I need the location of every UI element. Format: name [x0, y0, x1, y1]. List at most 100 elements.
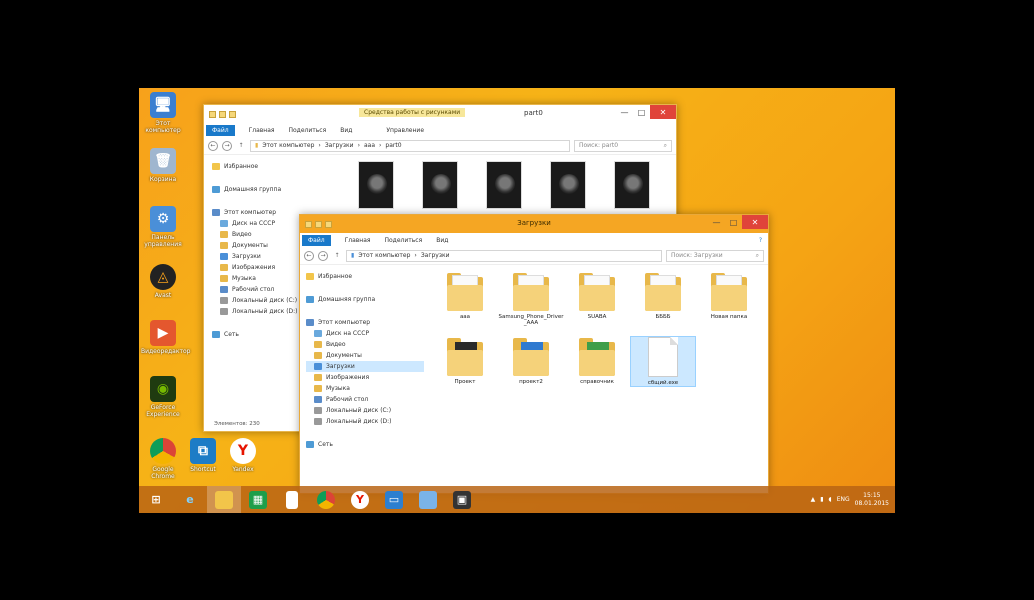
up-button[interactable]: ↑	[332, 251, 342, 261]
language-indicator[interactable]: ENG	[837, 496, 850, 503]
nav-item[interactable]: Локальный диск (D:)	[212, 306, 298, 317]
nav-item[interactable]: Рабочий стол	[306, 394, 424, 405]
taskbar-monitor[interactable]: ▭	[377, 486, 411, 513]
skull-thumbnail	[431, 174, 451, 194]
nav-item[interactable]: Изображения	[306, 372, 424, 383]
tab-share[interactable]: Поделиться	[385, 237, 423, 244]
up-button[interactable]: ↑	[236, 141, 246, 151]
titlebar[interactable]: Средства работы с рисунками part0 — □ ✕	[204, 105, 676, 123]
desktop-icon-computer[interactable]: 🖥 Этот компьютер	[141, 92, 185, 134]
desktop-icon-yandex[interactable]: Y Yandex	[221, 438, 265, 473]
network-icon[interactable]: ▮	[820, 496, 823, 503]
taskbar-explorer[interactable]	[207, 486, 241, 513]
volume-icon[interactable]: ◖	[829, 496, 832, 503]
nav-favorites[interactable]: Избранное	[212, 161, 298, 172]
minimize-button[interactable]: —	[616, 105, 633, 119]
folder-item[interactable]: Проект	[432, 336, 498, 387]
close-button[interactable]: ✕	[650, 105, 676, 119]
nav-this-pc[interactable]: Этот компьютер	[212, 207, 298, 218]
nav-item[interactable]: Видео	[212, 229, 298, 240]
image-file[interactable]	[600, 161, 664, 209]
taskbar-ie[interactable]: e	[173, 486, 207, 513]
quick-access-toolbar[interactable]	[204, 110, 236, 118]
nav-item[interactable]: Локальный диск (C:)	[212, 295, 298, 306]
nav-item[interactable]: Музыка	[306, 383, 424, 394]
desktop-icon-recycle-bin[interactable]: 🗑 Корзина	[141, 148, 185, 183]
tab-share[interactable]: Поделиться	[289, 127, 327, 134]
tab-manage[interactable]: Управление	[386, 127, 424, 134]
context-tab-picture-tools[interactable]: Средства работы с рисунками	[359, 108, 466, 117]
nav-item[interactable]: Видео	[306, 339, 424, 350]
desktop-icon-shortcut[interactable]: ⧉ Shortcut	[181, 438, 225, 473]
start-button[interactable]: ⊞	[139, 486, 173, 513]
nav-item[interactable]: Изображения	[212, 262, 298, 273]
taskbar-app[interactable]: ▣	[445, 486, 479, 513]
titlebar[interactable]: Загрузки — □ ✕	[300, 215, 768, 233]
path-box[interactable]: ▮ Этот компьютер › Загрузки	[346, 249, 662, 262]
nav-network[interactable]: Сеть	[212, 329, 298, 340]
nav-item[interactable]: Загрузки	[306, 361, 424, 372]
nav-item[interactable]: Домашняя группа	[306, 294, 424, 305]
desktop-icon-chrome[interactable]: Google Chrome	[141, 438, 185, 480]
back-button[interactable]: ←	[304, 250, 314, 261]
file-item[interactable]: сбщий.exe	[630, 336, 696, 387]
homegroup-icon	[306, 296, 314, 303]
image-file[interactable]	[344, 161, 408, 209]
nav-item[interactable]: Рабочий стол	[212, 284, 298, 295]
path-box[interactable]: ▮ Этот компьютер › Загрузки › ааа › part0	[250, 139, 570, 152]
image-file[interactable]	[408, 161, 472, 209]
maximize-button[interactable]: □	[725, 215, 742, 229]
tab-file[interactable]: Файл	[302, 234, 331, 246]
tab-view[interactable]: Вид	[340, 127, 352, 134]
nav-item[interactable]: Избранное	[306, 271, 424, 282]
image-file[interactable]	[472, 161, 536, 209]
nav-item[interactable]: Диск на СССР	[212, 218, 298, 229]
nav-homegroup[interactable]: Домашняя группа	[212, 184, 298, 195]
search-input[interactable]: Поиск: Загрузки ⌕	[666, 249, 764, 262]
folder-item[interactable]: ББББ	[630, 271, 696, 326]
desktop-icon-avast[interactable]: ◬ Avast	[141, 264, 185, 299]
nav-item[interactable]: Музыка	[212, 273, 298, 284]
taskbar-folder[interactable]	[411, 486, 445, 513]
nav-item[interactable]: Документы	[212, 240, 298, 251]
explorer-window-downloads[interactable]: Загрузки — □ ✕ Файл Главная Поделиться В…	[299, 214, 769, 494]
folder-item[interactable]: Samsung_Phone_Driver_AAA	[498, 271, 564, 326]
nav-item[interactable]: Этот компьютер	[306, 317, 424, 328]
folder-item[interactable]: справочник	[564, 336, 630, 387]
folder-item[interactable]: проект2	[498, 336, 564, 387]
maximize-button[interactable]: □	[633, 105, 650, 119]
desktop-icon-video[interactable]: ▶ Видеоредактор	[141, 320, 190, 355]
nav-item[interactable]: Диск на СССР	[306, 328, 424, 339]
tab-file[interactable]: Файл	[206, 124, 235, 136]
forward-button[interactable]: →	[318, 250, 328, 261]
nav-item[interactable]: Загрузки	[212, 251, 298, 262]
taskbar-chrome[interactable]	[309, 486, 343, 513]
desktop-icon-control-panel[interactable]: ⚙ Панель управления	[141, 206, 185, 248]
tray-arrow-icon[interactable]: ▲	[811, 496, 816, 503]
desktop-icon-nvidia[interactable]: ◉ GeForce Experience	[141, 376, 185, 418]
forward-button[interactable]: →	[222, 140, 232, 151]
tab-home[interactable]: Главная	[345, 237, 371, 244]
folder-item[interactable]: ааа	[432, 271, 498, 326]
status-bar: Элементов: 230	[214, 421, 260, 427]
taskbar-store[interactable]: ▦	[241, 486, 275, 513]
nav-item[interactable]: Документы	[306, 350, 424, 361]
taskbar-yandex[interactable]: Y	[343, 486, 377, 513]
clock[interactable]: 15:15 08.01.2015	[855, 492, 889, 508]
nav-item[interactable]: Локальный диск (C:)	[306, 405, 424, 416]
nav-item[interactable]: Локальный диск (D:)	[306, 416, 424, 427]
minimize-button[interactable]: —	[708, 215, 725, 229]
close-button[interactable]: ✕	[742, 215, 768, 229]
help-icon[interactable]: ?	[759, 237, 762, 244]
tab-home[interactable]: Главная	[249, 127, 275, 134]
nav-item[interactable]: Сеть	[306, 439, 424, 450]
folder-item[interactable]: SUABA	[564, 271, 630, 326]
tab-view[interactable]: Вид	[436, 237, 448, 244]
search-input[interactable]: Поиск: part0 ⌕	[574, 139, 672, 152]
image-file[interactable]	[536, 161, 600, 209]
folder-item[interactable]: Новая папка	[696, 271, 762, 326]
taskbar-file[interactable]	[275, 486, 309, 513]
back-button[interactable]: ←	[208, 140, 218, 151]
quick-access-toolbar[interactable]	[300, 220, 332, 228]
star-icon	[212, 163, 220, 170]
